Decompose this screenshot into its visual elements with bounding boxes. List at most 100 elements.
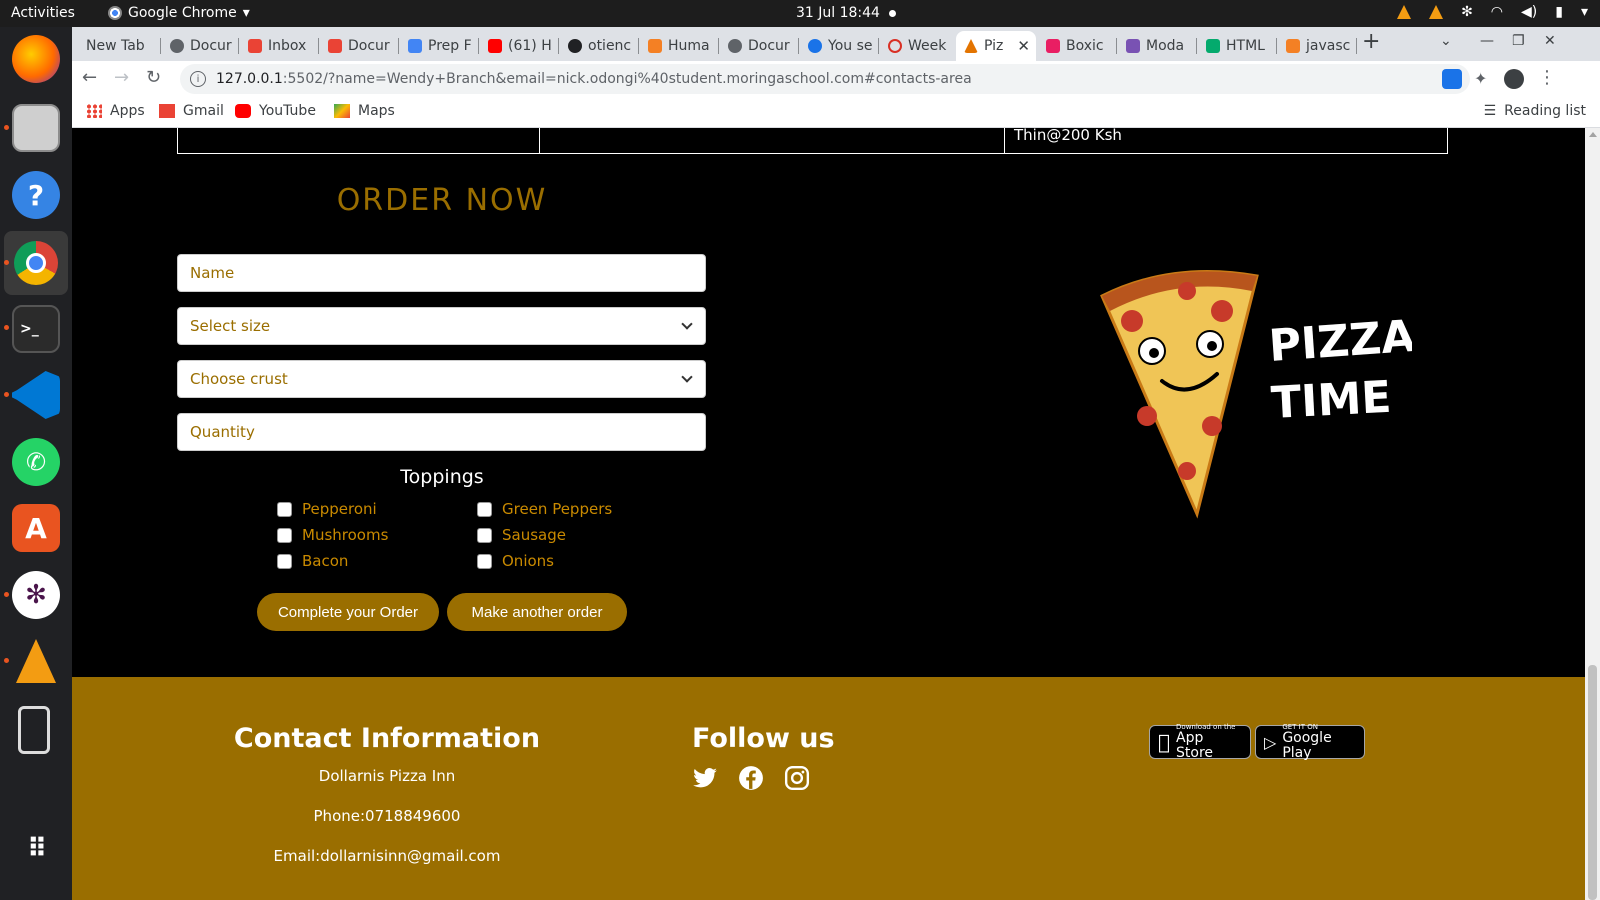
checkbox[interactable] xyxy=(477,527,492,543)
activities-button[interactable]: Activities xyxy=(11,5,75,21)
order-title: ORDER NOW xyxy=(336,183,548,218)
tab-label: Moda xyxy=(1146,38,1185,54)
vlc-tray-icon[interactable] xyxy=(1397,5,1412,19)
tab[interactable]: New Tab xyxy=(78,31,160,61)
avatar[interactable] xyxy=(1504,69,1524,89)
volume-icon[interactable]: ◀) xyxy=(1521,4,1537,20)
app-menu[interactable]: Google Chrome ▾ xyxy=(108,5,250,21)
checkbox[interactable] xyxy=(277,501,292,517)
make-another-order-button[interactable]: Make another order xyxy=(447,593,627,631)
tab-label: Prep F xyxy=(428,38,472,54)
topping-mushrooms[interactable]: Mushrooms xyxy=(277,526,388,544)
running-indicator xyxy=(4,592,9,597)
vlc-icon[interactable] xyxy=(12,637,60,685)
tab[interactable]: HTML xyxy=(1198,31,1276,61)
system-tray[interactable]: ✻ ◠ ◀) ▮ ▾ xyxy=(1397,4,1588,20)
reading-list-button[interactable]: ☰ Reading list xyxy=(1484,103,1586,119)
vlc-tray-icon-2[interactable] xyxy=(1429,5,1444,19)
email-address: Email:dollarnisinn@gmail.com xyxy=(273,847,501,865)
tab[interactable]: Boxic xyxy=(1038,31,1116,61)
help-icon[interactable]: ? xyxy=(12,171,60,219)
info-icon[interactable]: i xyxy=(190,71,206,87)
tab[interactable]: Moda xyxy=(1118,31,1196,61)
checkbox[interactable] xyxy=(477,501,492,517)
checkbox[interactable] xyxy=(277,553,292,569)
tab[interactable]: javasc xyxy=(1278,31,1356,61)
terminal-icon[interactable]: >_ xyxy=(12,305,60,353)
tab-active[interactable]: Piz ✕ xyxy=(956,31,1036,61)
address-bar[interactable]: i 127.0.0.1:5502/?name=Wendy+Branch&emai… xyxy=(180,64,1470,94)
pizza-art-word-2: TIME xyxy=(1270,372,1393,429)
extension-icon[interactable] xyxy=(1442,69,1462,89)
google-play-badge[interactable]: ▷ GET IT ON Google Play xyxy=(1255,723,1365,761)
scroll-up-icon[interactable] xyxy=(1589,132,1597,137)
reload-icon[interactable]: ↻ xyxy=(146,67,161,88)
facebook-icon[interactable] xyxy=(738,765,764,791)
tab[interactable]: (61) H xyxy=(480,31,554,61)
tab[interactable]: Inbox xyxy=(240,31,314,61)
gmail-icon xyxy=(328,39,342,53)
wifi-icon[interactable]: ◠ xyxy=(1491,4,1503,20)
show-apps-icon[interactable]: ⠿ xyxy=(12,825,60,873)
slack-icon[interactable]: ✻ xyxy=(12,571,60,619)
name-input[interactable]: Name xyxy=(177,254,706,292)
battery-icon[interactable]: ▮ xyxy=(1555,4,1563,20)
twitter-icon[interactable] xyxy=(692,765,718,791)
topping-onions[interactable]: Onions xyxy=(477,552,554,570)
bookmark-gmail[interactable]: Gmail xyxy=(159,103,224,119)
extensions-puzzle-icon[interactable]: ✦ xyxy=(1474,69,1494,89)
quantity-input[interactable]: Quantity xyxy=(177,413,706,451)
stackoverflow-icon xyxy=(1286,39,1300,53)
menu-kebab-icon[interactable]: ⋮ xyxy=(1538,67,1556,88)
topping-bacon[interactable]: Bacon xyxy=(277,552,348,570)
back-icon[interactable]: ← xyxy=(82,67,97,88)
tab[interactable]: Week xyxy=(880,31,954,61)
topping-pepperoni[interactable]: Pepperoni xyxy=(277,500,377,518)
chevron-down-icon[interactable]: ▾ xyxy=(1581,4,1588,20)
running-indicator xyxy=(4,125,9,130)
topping-label: Bacon xyxy=(302,552,349,570)
bookmark-youtube[interactable]: YouTube xyxy=(235,103,316,119)
topping-sausage[interactable]: Sausage xyxy=(477,526,566,544)
maps-icon xyxy=(334,104,350,118)
complete-order-button[interactable]: Complete your Order xyxy=(257,593,439,631)
app-store-badge[interactable]:  Download on the App Store xyxy=(1149,723,1251,761)
close-icon[interactable]: ✕ xyxy=(1017,37,1036,55)
tab[interactable]: Docur xyxy=(720,31,794,61)
tab-search-icon[interactable]: ⌄ xyxy=(1440,33,1452,49)
tab[interactable]: You se xyxy=(800,31,874,61)
tab[interactable]: Docur xyxy=(320,31,394,61)
tab[interactable]: Huma xyxy=(640,31,714,61)
software-center-icon[interactable]: A xyxy=(12,504,60,552)
crust-select[interactable]: Choose crust xyxy=(177,360,706,398)
firefox-icon[interactable] xyxy=(12,35,60,83)
chrome-dock-active[interactable] xyxy=(4,231,68,295)
size-select[interactable]: Select size xyxy=(177,307,706,345)
maximize-button[interactable]: ❐ xyxy=(1512,33,1525,49)
vscode-icon[interactable] xyxy=(12,371,60,419)
bookmark-apps[interactable]: Apps xyxy=(86,103,145,119)
whatsapp-icon[interactable]: ✆ xyxy=(12,438,60,486)
forward-icon[interactable]: → xyxy=(114,67,129,88)
minimize-button[interactable]: — xyxy=(1480,33,1494,49)
scrollbar-thumb[interactable] xyxy=(1588,665,1597,900)
apple-icon:  xyxy=(1158,730,1170,754)
bookmark-maps[interactable]: Maps xyxy=(334,103,395,119)
files-icon[interactable] xyxy=(12,104,60,152)
tab[interactable]: Prep F xyxy=(400,31,474,61)
tab[interactable]: Docur xyxy=(162,31,234,61)
topping-label: Green Peppers xyxy=(502,500,613,518)
checkbox[interactable] xyxy=(477,553,492,569)
checkbox[interactable] xyxy=(277,527,292,543)
clock[interactable]: 31 Jul 18:44 xyxy=(796,5,880,21)
tab[interactable]: otienc xyxy=(560,31,634,61)
new-tab-button[interactable]: + xyxy=(1362,29,1380,54)
instagram-icon[interactable] xyxy=(784,765,810,791)
page-scrollbar[interactable] xyxy=(1585,128,1600,900)
pizza-art-word-1: PIZZA xyxy=(1267,311,1412,372)
slack-tray-icon[interactable]: ✻ xyxy=(1461,4,1473,20)
tab-label: Piz xyxy=(984,38,1004,54)
media-player-icon[interactable] xyxy=(18,706,50,754)
topping-green-peppers[interactable]: Green Peppers xyxy=(477,500,612,518)
close-window-button[interactable]: ✕ xyxy=(1544,33,1556,49)
